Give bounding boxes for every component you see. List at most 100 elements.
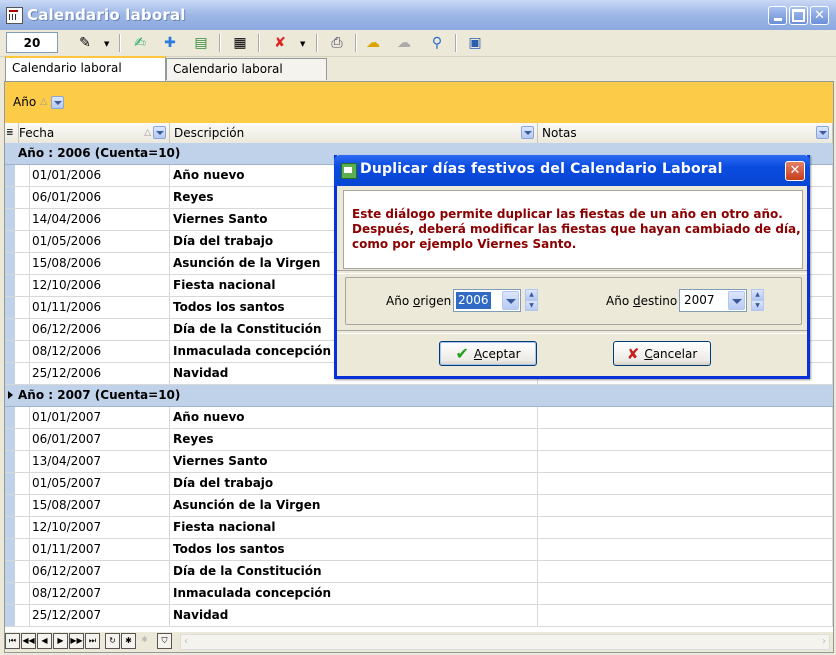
table-row[interactable]: 06/12/2007 Día de la Constitución <box>5 561 833 583</box>
cell-descripcion[interactable]: Viernes Santo <box>170 451 538 472</box>
cell-descripcion[interactable]: Navidad <box>170 605 538 626</box>
delete-icon[interactable]: ✘ <box>271 34 289 52</box>
table-row[interactable]: 25/12/2007 Navidad <box>5 605 833 627</box>
cell-notas[interactable] <box>538 407 833 428</box>
close-button[interactable] <box>810 6 829 25</box>
year-input[interactable]: 20 <box>6 32 58 53</box>
refresh-icon[interactable]: ↻ <box>105 633 120 649</box>
cell-fecha[interactable]: 08/12/2006 <box>29 341 170 362</box>
print-icon[interactable]: ⎙ <box>328 34 346 52</box>
chevron-down-icon[interactable] <box>816 126 829 139</box>
column-header-fecha[interactable]: Fecha △ <box>15 123 170 143</box>
chevron-down-icon[interactable] <box>521 126 534 139</box>
cell-fecha[interactable]: 06/12/2006 <box>29 319 170 340</box>
cell-fecha[interactable]: 14/04/2006 <box>29 209 170 230</box>
cell-fecha[interactable]: 15/08/2006 <box>29 253 170 274</box>
new-document-icon[interactable]: ✍ <box>131 34 149 52</box>
cell-fecha[interactable]: 06/01/2006 <box>29 187 170 208</box>
origin-year-spinner[interactable]: ▲ ▼ <box>525 289 538 312</box>
window-titlebar[interactable]: Calendario laboral <box>0 0 836 30</box>
add-record-icon[interactable]: ✚ <box>161 34 179 52</box>
cell-fecha[interactable]: 01/01/2006 <box>29 165 170 186</box>
cell-fecha[interactable]: 06/01/2007 <box>29 429 170 450</box>
column-header-notas[interactable]: Notas <box>538 123 833 143</box>
prev-page-icon[interactable]: ◀◀ <box>21 633 36 649</box>
cell-descripcion[interactable]: Todos los santos <box>170 539 538 560</box>
search-icon[interactable]: ⚲ <box>428 34 446 52</box>
cancel-button[interactable]: ✘ Cancelar <box>613 341 711 366</box>
cell-fecha[interactable]: 13/04/2007 <box>29 451 170 472</box>
cell-fecha[interactable]: 08/12/2007 <box>29 583 170 604</box>
cell-descripcion[interactable]: Fiesta nacional <box>170 517 538 538</box>
chevron-down-icon[interactable] <box>153 126 166 139</box>
cell-fecha[interactable]: 15/08/2007 <box>29 495 170 516</box>
table-row[interactable]: 01/01/2007 Año nuevo <box>5 407 833 429</box>
accept-button[interactable]: ✔ Aceptar <box>439 341 537 366</box>
calendar-table-icon[interactable]: ▦ <box>231 34 249 52</box>
dialog-close-button[interactable]: ✕ <box>785 161 805 181</box>
dialog-titlebar[interactable]: Duplicar días festivos del Calendario La… <box>334 155 810 186</box>
cell-fecha[interactable]: 01/05/2007 <box>29 473 170 494</box>
cell-notas[interactable] <box>538 517 833 538</box>
prev-record-icon[interactable]: ◀ <box>37 633 52 649</box>
next-page-icon[interactable]: ▶▶ <box>69 633 84 649</box>
insert-record-icon[interactable]: ✱ <box>121 633 136 649</box>
cell-notas[interactable] <box>538 473 833 494</box>
cell-descripcion[interactable]: Asunción de la Virgen <box>170 495 538 516</box>
scroll-left-icon[interactable]: ‹ <box>184 636 188 647</box>
horizontal-scrollbar[interactable]: ‹ › <box>180 634 830 650</box>
cell-notas[interactable] <box>538 451 833 472</box>
cell-fecha[interactable]: 12/10/2007 <box>29 517 170 538</box>
cell-fecha[interactable]: 01/11/2006 <box>29 297 170 318</box>
cell-fecha[interactable]: 25/12/2006 <box>29 363 170 384</box>
table-row[interactable]: 06/01/2007 Reyes <box>5 429 833 451</box>
cell-notas[interactable] <box>538 539 833 560</box>
table-row[interactable]: 15/08/2007 Asunción de la Virgen <box>5 495 833 517</box>
cell-fecha[interactable]: 06/12/2007 <box>29 561 170 582</box>
filter-icon[interactable]: ⛉ <box>157 633 172 649</box>
cell-fecha[interactable]: 25/12/2007 <box>29 605 170 626</box>
cell-descripcion[interactable]: Reyes <box>170 429 538 450</box>
cell-notas[interactable] <box>538 605 833 626</box>
cell-fecha[interactable]: 01/01/2007 <box>29 407 170 428</box>
chevron-down-icon[interactable] <box>51 95 65 109</box>
group-chip-year[interactable]: Año △ <box>13 93 65 111</box>
tab-tabla[interactable]: Calendario laboral (tabla) <box>5 56 166 95</box>
first-record-icon[interactable]: ⏮ <box>5 633 20 649</box>
dest-year-select[interactable]: 2007 <box>679 289 747 312</box>
cell-descripcion[interactable]: Año nuevo <box>170 407 538 428</box>
dest-year-spinner[interactable]: ▲ ▼ <box>751 289 764 312</box>
table-row[interactable]: 12/10/2007 Fiesta nacional <box>5 517 833 539</box>
cell-notas[interactable] <box>538 429 833 450</box>
group-row-2007[interactable]: Año : 2007 (Cuenta=10) <box>5 385 833 407</box>
origin-year-select[interactable]: 2006 <box>453 289 521 312</box>
cloud-icon[interactable]: ☁ <box>395 34 413 52</box>
cell-fecha[interactable]: 01/11/2007 <box>29 539 170 560</box>
chevron-down-icon[interactable]: ▼ <box>104 40 109 48</box>
tab-fichas[interactable]: Calendario laboral (fichas) <box>166 58 327 96</box>
cell-notas[interactable] <box>538 495 833 516</box>
table-row[interactable]: 01/05/2007 Día del trabajo <box>5 473 833 495</box>
cell-notas[interactable] <box>538 583 833 604</box>
table-row[interactable]: 08/12/2007 Inmaculada concepción <box>5 583 833 605</box>
table-row[interactable]: 01/11/2007 Todos los santos <box>5 539 833 561</box>
edit-icon[interactable]: ✎ <box>76 34 94 52</box>
folder-icon[interactable]: ▤ <box>192 34 210 52</box>
maximize-button[interactable] <box>789 6 808 25</box>
last-record-icon[interactable]: ⏭ <box>85 633 100 649</box>
chevron-down-icon[interactable] <box>728 291 745 310</box>
cell-fecha[interactable]: 01/05/2006 <box>29 231 170 252</box>
group-by-bar[interactable]: Año △ <box>5 82 833 124</box>
chevron-down-icon[interactable] <box>502 291 519 310</box>
next-record-icon[interactable]: ▶ <box>53 633 68 649</box>
cell-descripcion[interactable]: Inmaculada concepción <box>170 583 538 604</box>
chevron-down-icon[interactable]: ▼ <box>300 40 305 48</box>
duplicate-cloud-icon[interactable]: ☁ <box>364 34 382 52</box>
scroll-right-icon[interactable]: › <box>822 636 826 647</box>
minimize-button[interactable] <box>768 6 787 25</box>
cell-descripcion[interactable]: Día del trabajo <box>170 473 538 494</box>
cell-notas[interactable] <box>538 561 833 582</box>
table-row[interactable]: 13/04/2007 Viernes Santo <box>5 451 833 473</box>
cell-fecha[interactable]: 12/10/2006 <box>29 275 170 296</box>
cell-descripcion[interactable]: Día de la Constitución <box>170 561 538 582</box>
